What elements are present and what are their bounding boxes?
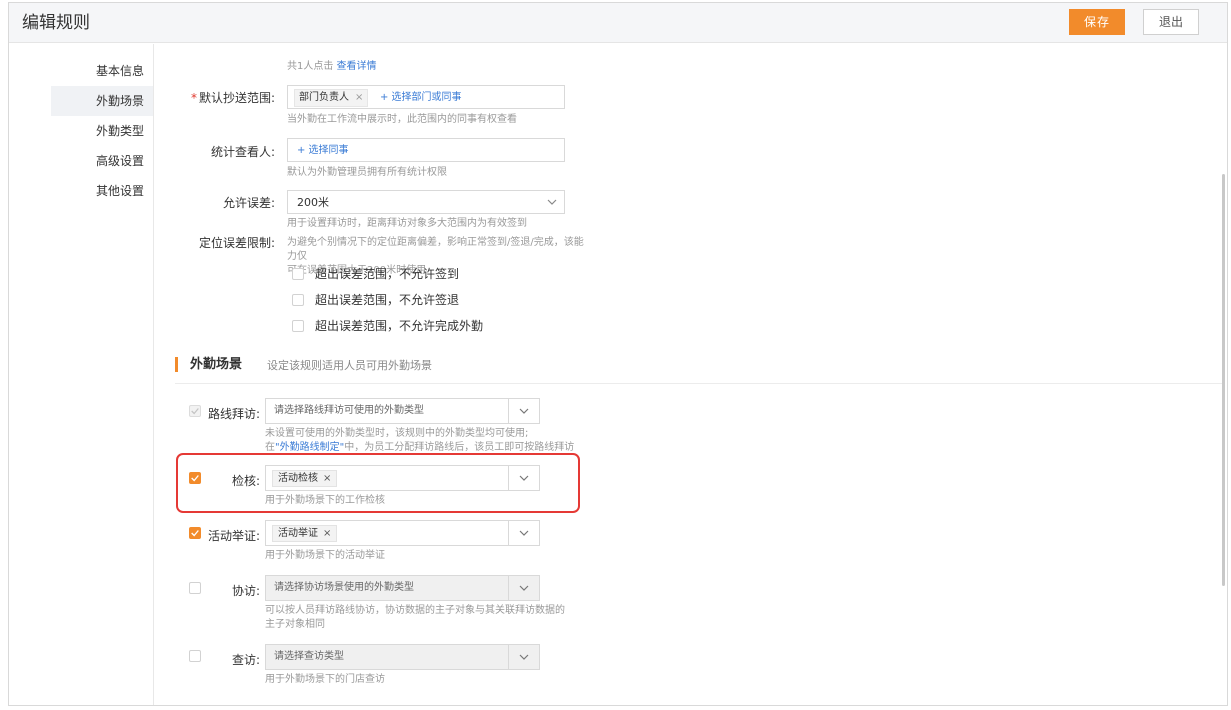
select-separator	[508, 399, 509, 423]
section-title: 外勤场景	[190, 357, 243, 372]
check-visit-hint: 用于外勤场景下的门店查访	[265, 674, 385, 685]
co-visit-placeholder: 请选择协访场景使用的外勤类型	[274, 582, 414, 593]
close-icon[interactable]: ×	[323, 528, 331, 539]
view-details-link[interactable]: 查看详情	[337, 61, 377, 72]
cc-scope-label: * 默认抄送范围:	[155, 88, 275, 108]
check-visit-select[interactable]: 请选择查访类型	[265, 644, 540, 670]
route-visit-hint: 未设置可使用的外勤类型时，该规则中的外勤类型均可使用; 在"外勤路线制定"中，为…	[265, 427, 585, 455]
chevron-down-icon	[519, 654, 529, 660]
check-visit-label: 查访:	[231, 653, 260, 667]
inspection-chip: 活动检核 ×	[272, 470, 338, 487]
tolerance-hint: 用于设置拜访时，距离拜访对象多大范围内为有效签到	[287, 218, 527, 229]
chevron-down-icon	[519, 475, 529, 481]
select-separator	[508, 645, 509, 669]
select-separator	[508, 466, 509, 490]
route-visit-label: 路线拜访:	[207, 407, 260, 421]
route-visit-hint-prefix: 在	[265, 442, 275, 453]
sidebar-item-field-scenes[interactable]: 外勤场景	[51, 86, 153, 116]
co-visit-select[interactable]: 请选择协访场景使用的外勤类型	[265, 575, 540, 601]
no-checkin-checkbox[interactable]	[292, 268, 304, 280]
select-separator	[508, 576, 509, 600]
main-content: 共1人点击 查看详情 * 默认抄送范围: 部门负责人 × + 选择部门或同事 当外勤…	[155, 44, 1227, 705]
click-count-text: 共1人点击	[287, 61, 337, 72]
app-window: 编辑规则 保存 退出 基本信息 外勤场景 外勤类型 高级设置 其他设置 共1人点…	[8, 2, 1228, 706]
no-checkout-label: 超出误差范围，不允许签退	[315, 293, 460, 307]
chevron-down-icon	[519, 408, 529, 414]
co-visit-label: 协访:	[231, 584, 260, 598]
select-colleague-link[interactable]: + 选择同事	[297, 143, 349, 159]
sidebar-item-advanced-settings[interactable]: 高级设置	[51, 146, 153, 176]
co-visit-hint-line1: 可以按人员拜访路线协访，协访数据的主子对象与其关联拜访数据的	[265, 605, 565, 616]
inspection-select[interactable]: 活动检核 ×	[265, 465, 540, 491]
exit-button[interactable]: 退出	[1143, 9, 1199, 35]
page-title: 编辑规则	[22, 13, 90, 33]
stat-viewer-input[interactable]: + 选择同事	[287, 138, 565, 162]
cc-scope-hint: 当外勤在工作流中展示时，此范围内的同事有权查看	[287, 114, 517, 125]
sidebar-item-field-types[interactable]: 外勤类型	[51, 116, 153, 146]
close-icon[interactable]: ×	[323, 473, 331, 484]
tolerance-select[interactable]: 200米	[287, 190, 565, 214]
inspection-chip-text: 活动检核	[278, 473, 318, 484]
route-visit-placeholder: 请选择路线拜访可使用的外勤类型	[274, 405, 424, 416]
activity-proof-chip: 活动举证 ×	[272, 525, 338, 542]
activity-proof-chip-text: 活动举证	[278, 528, 318, 539]
tolerance-value: 200米	[297, 196, 329, 209]
cc-scope-tag-text: 部门负责人	[299, 92, 349, 103]
section-description: 设定该规则适用人员可用外勤场景	[267, 359, 432, 372]
activity-proof-hint: 用于外勤场景下的活动举证	[265, 550, 385, 561]
cc-scope-input[interactable]: 部门负责人 × + 选择部门或同事	[287, 85, 565, 109]
no-checkin-label: 超出误差范围，不允许签到	[315, 267, 460, 281]
no-checkout-checkbox[interactable]	[292, 294, 304, 306]
chevron-down-icon	[519, 530, 529, 536]
co-visit-hint-line2: 主子对象相同	[265, 619, 325, 630]
click-count-hint: 共1人点击 查看详情	[287, 60, 377, 74]
section-divider	[175, 383, 1225, 384]
select-separator	[508, 521, 509, 545]
page-header: 编辑规则 保存 退出	[9, 3, 1227, 43]
location-limit-label: 定位误差限制:	[198, 236, 275, 250]
required-mark: *	[190, 91, 197, 105]
stat-viewer-label: 统计查看人:	[210, 145, 275, 159]
no-complete-checkbox[interactable]	[292, 320, 304, 332]
location-limit-hint-line1: 为避免个别情况下的定位距离偏差，影响正常签到/签退/完成，该能力仅	[287, 237, 584, 262]
sidebar-item-other-settings[interactable]: 其他设置	[51, 176, 153, 206]
sidebar-item-basic-info[interactable]: 基本信息	[51, 56, 153, 86]
section-accent-bar	[175, 357, 178, 372]
route-planning-link[interactable]: "外勤路线制定"	[275, 442, 344, 453]
stat-viewer-hint: 默认为外勤管理员拥有所有统计权限	[287, 167, 447, 178]
check-visit-placeholder: 请选择查访类型	[274, 651, 344, 662]
route-visit-hint-suffix: 中，为员工分配拜访路线后，该员工即可按路线拜访	[344, 442, 575, 453]
cc-scope-tag: 部门负责人 ×	[294, 89, 369, 107]
close-icon[interactable]: ×	[355, 92, 363, 103]
route-visit-hint-line1: 未设置可使用的外勤类型时，该规则中的外勤类型均可使用;	[265, 428, 529, 439]
activity-proof-select[interactable]: 活动举证 ×	[265, 520, 540, 546]
route-visit-select[interactable]: 请选择路线拜访可使用的外勤类型	[265, 398, 540, 424]
tolerance-label: 允许误差:	[222, 196, 275, 210]
chevron-down-icon	[547, 199, 557, 205]
select-dept-or-colleague-link[interactable]: + 选择部门或同事	[380, 90, 462, 106]
co-visit-hint: 可以按人员拜访路线协访，协访数据的主子对象与其关联拜访数据的 主子对象相同	[265, 604, 565, 632]
save-button[interactable]: 保存	[1069, 9, 1125, 35]
inspection-hint: 用于外勤场景下的工作检核	[265, 495, 385, 506]
inspection-label: 检核:	[231, 474, 260, 488]
activity-proof-label: 活动举证:	[207, 529, 260, 543]
cc-scope-label-text: 默认抄送范围:	[198, 91, 275, 105]
chevron-down-icon	[519, 585, 529, 591]
no-complete-label: 超出误差范围，不允许完成外勤	[315, 319, 484, 333]
scrollbar[interactable]	[1222, 174, 1225, 586]
sidebar: 基本信息 外勤场景 外勤类型 高级设置 其他设置	[9, 44, 154, 705]
